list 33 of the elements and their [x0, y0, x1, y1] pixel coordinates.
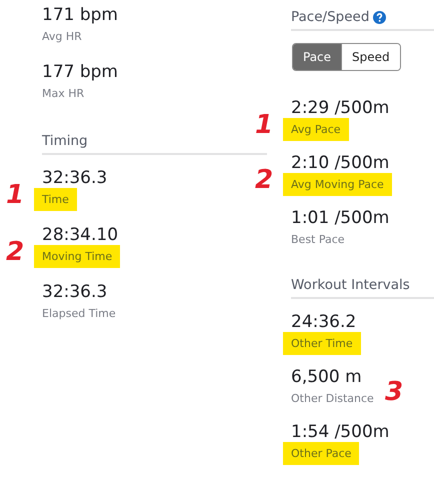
- annotation-number: 2: [255, 166, 274, 194]
- stat-value: 171 bpm: [42, 4, 118, 26]
- stat-value: 1:01 /500m: [291, 207, 390, 229]
- stat-label: Other Distance: [291, 392, 374, 405]
- annotation-number: 1: [255, 111, 274, 139]
- stat-value: 1:54 /500m: [291, 421, 390, 443]
- stat-label: Avg HR: [42, 30, 82, 43]
- highlighted-label: Other Pace: [283, 442, 360, 465]
- highlighted-label: Other Time: [283, 332, 361, 355]
- stat-label: Elapsed Time: [42, 307, 116, 320]
- highlighted-label: Moving Time: [34, 245, 120, 268]
- toggle-option[interactable]: Pace: [293, 44, 342, 70]
- stat-value: 28:34.10: [42, 224, 118, 246]
- stat-value: 177 bpm: [42, 61, 118, 83]
- highlighted-label: Avg Pace: [283, 118, 349, 141]
- stat-value: 32:36.3: [42, 281, 108, 303]
- stat-value: 24:36.2: [291, 311, 356, 333]
- stat-value: 6,500 m: [291, 366, 362, 388]
- toggle-option[interactable]: Speed: [341, 44, 400, 70]
- annotation-number: 1: [6, 181, 24, 209]
- highlighted-label: Time: [34, 188, 77, 211]
- stat-value: 32:36.3: [42, 167, 108, 189]
- help-icon[interactable]: [373, 10, 386, 24]
- annotation-number: 3: [385, 378, 404, 406]
- section-title: Pace/Speed: [291, 8, 370, 26]
- annotation-number: 2: [6, 238, 24, 266]
- section-title: Timing: [42, 132, 88, 150]
- stat-value: 2:29 /500m: [291, 97, 390, 119]
- stat-label: Max HR: [42, 87, 84, 100]
- highlighted-label: Avg Moving Pace: [283, 173, 392, 196]
- stat-label: Best Pace: [291, 233, 345, 246]
- stat-value: 2:10 /500m: [291, 152, 390, 174]
- section-title: Workout Intervals: [291, 276, 410, 294]
